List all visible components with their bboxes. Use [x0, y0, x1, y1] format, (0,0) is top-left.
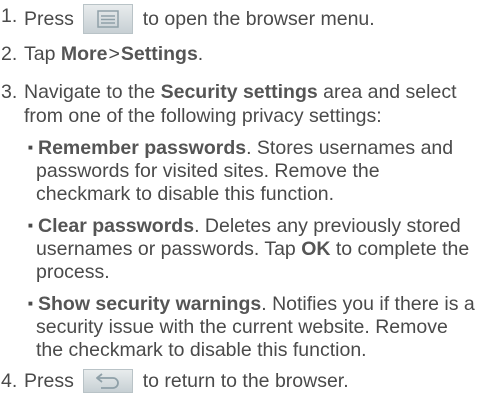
ok-label: OK — [301, 238, 331, 260]
step-text: Press — [24, 8, 74, 31]
back-key-icon — [83, 369, 134, 393]
bullet-text: . Deletes any previously stored — [194, 215, 461, 237]
bullet-text: usernames or passwords. Tap — [36, 238, 296, 260]
bullet-text: checkmark to disable this function. — [36, 183, 335, 205]
step-text: to return to the browser. — [142, 370, 349, 393]
step-number: 1. — [1, 5, 18, 27]
step-number: 3. — [1, 81, 18, 103]
step-text: Navigate to the — [24, 81, 156, 103]
step-number: 2. — [1, 43, 18, 65]
bullet-text: . Stores usernames and — [246, 137, 454, 159]
bullet-icon: ■ — [28, 143, 33, 152]
bullet-text: to complete the — [335, 238, 470, 260]
settings-label: Settings — [120, 43, 198, 65]
bullet-icon: ■ — [28, 221, 33, 230]
step-text: from one of the following privacy settin… — [24, 105, 382, 127]
step-text: area and select — [323, 81, 457, 103]
bullet-title: Clear passwords — [38, 215, 195, 237]
instructions-document: 1. Press to open the browser menu. 2. Ta… — [0, 0, 488, 396]
bullet-text: process. — [36, 261, 110, 283]
step-number: 4. — [1, 370, 18, 392]
bullet-text: the checkmark to disable this function. — [36, 339, 367, 361]
bullet-text: security issue with the current website.… — [36, 316, 448, 338]
menu-key-icon — [83, 4, 134, 34]
bullet-title: Show security warnings — [38, 293, 262, 315]
security-settings-label: Security settings — [160, 81, 318, 103]
step-text: Tap — [24, 43, 56, 65]
step-text: Press — [24, 370, 74, 393]
more-label: More — [60, 43, 108, 65]
bullet-icon: ■ — [28, 299, 33, 308]
bullet-text: . Notifies you if there is a — [261, 293, 475, 315]
step-text: . — [197, 43, 204, 65]
bullet-title: Remember passwords — [38, 137, 247, 159]
bullet-text: passwords for visited sites. Remove the — [36, 160, 380, 182]
step-text: to open the browser menu. — [142, 8, 375, 31]
separator: > — [108, 43, 120, 65]
